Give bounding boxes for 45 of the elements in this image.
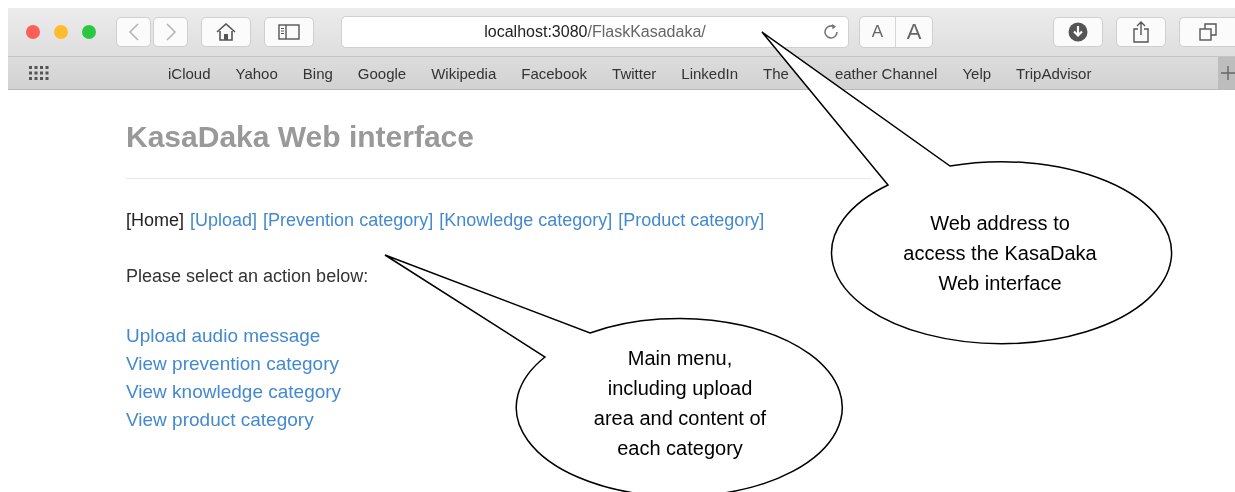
plus-icon	[1221, 66, 1235, 80]
bookmark-link[interactable]: eather Channel	[834, 64, 938, 82]
callout-text: Main menu, including upload area and content of each category	[592, 346, 768, 461]
tabs-icon	[1198, 23, 1217, 41]
close-button[interactable]	[26, 25, 40, 39]
current-page-label[interactable]: [Home]	[126, 210, 185, 231]
nav-link[interactable]: [Upload]	[190, 210, 258, 231]
share-icon	[1132, 21, 1150, 43]
bookmark-link[interactable]: The	[763, 64, 789, 82]
grid-icon[interactable]	[29, 66, 49, 80]
bookmark-link[interactable]: TripAdvisor	[1016, 64, 1092, 82]
sidebar-icon	[278, 24, 300, 40]
bookmark-link[interactable]: Yelp	[962, 64, 992, 82]
bookmark-link[interactable]: Facebook	[521, 64, 588, 82]
chevron-left-icon	[127, 22, 140, 42]
nav-link[interactable]: [Product category]	[618, 210, 765, 231]
action-link[interactable]: View prevention category	[126, 350, 339, 378]
nav-link[interactable]: [Knowledge category]	[439, 210, 613, 231]
new-tab-button[interactable]	[1218, 57, 1235, 89]
home-icon	[216, 23, 236, 41]
action-link[interactable]: Upload audio message	[126, 322, 321, 350]
zoom-button[interactable]	[82, 25, 96, 39]
download-icon	[1068, 22, 1088, 42]
download-button[interactable]	[1053, 17, 1103, 47]
bookmark-link[interactable]: Wikipedia	[431, 64, 497, 82]
bookmark-link[interactable]: Yahoo	[235, 64, 278, 82]
home-button[interactable]	[201, 17, 251, 47]
bookmark-link[interactable]: Google	[357, 64, 407, 82]
action-link[interactable]: View product category	[126, 406, 314, 434]
action-link[interactable]: View knowledge category	[126, 378, 342, 406]
page-heading: KasaDaka Web interface	[126, 120, 475, 155]
tabs-button[interactable]	[1179, 17, 1235, 47]
callout-text: Web address to access the KasaDaka Web interface	[902, 211, 1098, 296]
bookmark-link[interactable]: iCloud	[168, 64, 211, 82]
larger-text-button[interactable]: A	[896, 17, 932, 47]
bookmark-link[interactable]: LinkedIn	[681, 64, 738, 82]
smaller-text-button[interactable]: A	[860, 17, 896, 47]
share-button[interactable]	[1116, 17, 1166, 47]
instruction-text: Please select an action below:	[126, 266, 370, 287]
sidebar-button[interactable]	[264, 17, 314, 47]
bookmark-link[interactable]: Twitter	[612, 64, 657, 82]
bookmark-link[interactable]: Bing	[302, 64, 333, 82]
reload-icon[interactable]	[822, 23, 840, 41]
chevron-right-icon	[164, 22, 177, 42]
nav-link[interactable]: [Prevention category]	[263, 210, 434, 231]
